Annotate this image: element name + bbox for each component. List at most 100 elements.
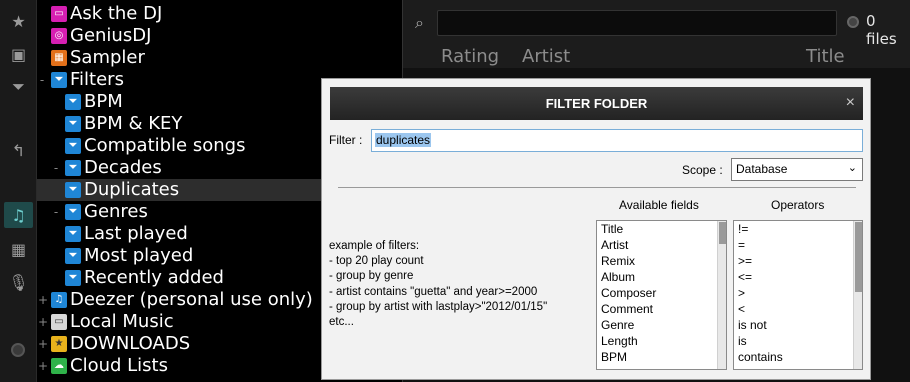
available-fields-label: Available fields [619, 198, 699, 212]
add-folder-icon[interactable]: ▣ [4, 41, 33, 67]
tree-item-geniusdj[interactable]: ◎ GeniusDJ [37, 25, 402, 47]
tree-item-label: BPM & KEY [84, 113, 183, 134]
filter-icon: ⏷ [65, 248, 81, 264]
expand-toggle-icon[interactable]: + [38, 355, 48, 377]
tree-item-label: Ask the DJ [70, 3, 163, 24]
column-artist[interactable]: Artist [522, 46, 570, 67]
filter-folder-dialog: FILTER FOLDER × Filter : duplicates Scop… [321, 78, 871, 380]
search-icon[interactable]: ⌕ [415, 13, 433, 32]
divider [338, 187, 856, 188]
tree-item-label: DOWNLOADS [70, 333, 191, 354]
list-item[interactable]: != [734, 221, 862, 237]
record-dot-icon[interactable] [11, 343, 25, 357]
list-item[interactable]: = [734, 237, 862, 253]
tree-item-label: Local Music [70, 311, 174, 332]
list-item[interactable]: <= [734, 269, 862, 285]
fields-scrollbar[interactable] [717, 221, 726, 369]
expand-toggle-icon[interactable]: - [52, 201, 60, 223]
tree-item-ask-the-dj[interactable]: ▭ Ask the DJ [37, 3, 402, 25]
tree-item-label: Deezer (personal use only) [70, 289, 313, 310]
geniusdj-icon: ◎ [51, 28, 67, 44]
list-item[interactable]: BPM [597, 349, 726, 365]
list-item[interactable]: Artist [597, 237, 726, 253]
scrollbar-thumb[interactable] [719, 222, 726, 244]
add-filter-icon[interactable]: ⏷ [4, 74, 33, 100]
list-item[interactable]: Genre [597, 317, 726, 333]
browser-column-header: Rating Artist Title [402, 46, 910, 68]
list-item[interactable]: Comment [597, 301, 726, 317]
list-item[interactable]: Remix [597, 253, 726, 269]
list-item[interactable]: contains [734, 349, 862, 365]
operators-label: Operators [771, 198, 825, 212]
search-options-icon[interactable] [847, 16, 859, 28]
left-toolbar: ★ ▣ ⏷ ↰ ♫ ▦ 🎙 [0, 0, 37, 382]
favorites-star-icon[interactable]: ★ [4, 8, 33, 34]
video-film-icon[interactable]: ▦ [4, 236, 33, 262]
column-rating[interactable]: Rating [441, 46, 499, 67]
filter-icon: ⏷ [65, 270, 81, 286]
tree-item-label: Most played [84, 245, 194, 266]
operators-scrollbar[interactable] [853, 221, 862, 369]
files-count: 0 files [866, 12, 897, 48]
expand-toggle-icon[interactable]: + [38, 289, 48, 311]
list-item[interactable]: is [734, 333, 862, 349]
filter-label: Filter : [329, 133, 363, 147]
list-item[interactable]: > [734, 285, 862, 301]
filter-icon: ⏷ [65, 226, 81, 242]
list-item[interactable]: Title [597, 221, 726, 237]
tree-item-label: GeniusDJ [70, 25, 152, 46]
ask-dj-icon: ▭ [51, 6, 67, 22]
list-item[interactable]: is not [734, 317, 862, 333]
tree-item-label: Sampler [70, 47, 145, 68]
example-line: - group by artist with lastplay>"2012/01… [329, 300, 548, 313]
example-line: etc... [329, 316, 354, 329]
filter-icon: ⏷ [65, 116, 81, 132]
scrollbar-thumb[interactable] [855, 222, 862, 292]
filter-icon: ⏷ [65, 160, 81, 176]
column-title[interactable]: Title [806, 46, 845, 67]
list-item[interactable]: Composer [597, 285, 726, 301]
list-item[interactable]: Length [597, 333, 726, 349]
expand-toggle-icon[interactable]: + [38, 333, 48, 355]
filter-icon: ⏷ [65, 138, 81, 154]
tree-item-label: Last played [84, 223, 188, 244]
back-arrow-icon[interactable]: ↰ [4, 137, 33, 163]
example-line: - artist contains "guetta" and year>=200… [329, 285, 538, 298]
expand-toggle-icon[interactable]: - [52, 157, 60, 179]
scope-select-value: Database [736, 162, 788, 176]
microphone-icon[interactable]: 🎙 [4, 269, 33, 295]
list-item[interactable]: >= [734, 253, 862, 269]
computer-icon: ▭ [51, 314, 67, 330]
deezer-icon: ♫ [51, 292, 67, 308]
tree-item-label: BPM [84, 91, 123, 112]
filter-icon: ⏷ [65, 204, 81, 220]
filter-icon: ⏷ [65, 94, 81, 110]
list-item[interactable]: < [734, 301, 862, 317]
chevron-down-icon: ⌄ [847, 162, 857, 174]
tree-item-label: Genres [84, 201, 148, 222]
tree-item-label: Compatible songs [84, 135, 246, 156]
music-note-icon[interactable]: ♫ [4, 202, 33, 228]
filter-examples: example of filters: - top 20 play count … [329, 239, 599, 330]
example-line: - top 20 play count [329, 255, 424, 268]
search-input[interactable] [437, 10, 837, 36]
tree-item-label: Decades [84, 157, 162, 178]
example-line: - group by genre [329, 270, 414, 283]
available-fields-list[interactable]: Title Artist Remix Album Composer Commen… [596, 220, 727, 370]
scope-select[interactable]: Database ⌄ [731, 158, 863, 181]
filter-input[interactable]: duplicates [371, 129, 863, 152]
tree-item-label: Filters [70, 69, 124, 90]
tree-item-sampler[interactable]: ▦ Sampler [37, 47, 402, 69]
tree-item-label: Cloud Lists [70, 355, 168, 376]
filter-folder-icon: ⏷ [51, 72, 67, 88]
list-item[interactable]: Album [597, 269, 726, 285]
dialog-title: FILTER FOLDER [545, 96, 648, 111]
expand-toggle-icon[interactable]: + [38, 311, 48, 333]
close-icon[interactable]: × [846, 94, 855, 112]
sampler-icon: ▦ [51, 50, 67, 66]
operators-list[interactable]: != = >= <= > < is not is contains [733, 220, 863, 370]
examples-title: example of filters: [329, 240, 420, 252]
collapse-toggle-icon[interactable]: - [38, 69, 46, 91]
cloud-icon: ☁ [51, 358, 67, 374]
filter-input-value: duplicates [375, 133, 432, 147]
